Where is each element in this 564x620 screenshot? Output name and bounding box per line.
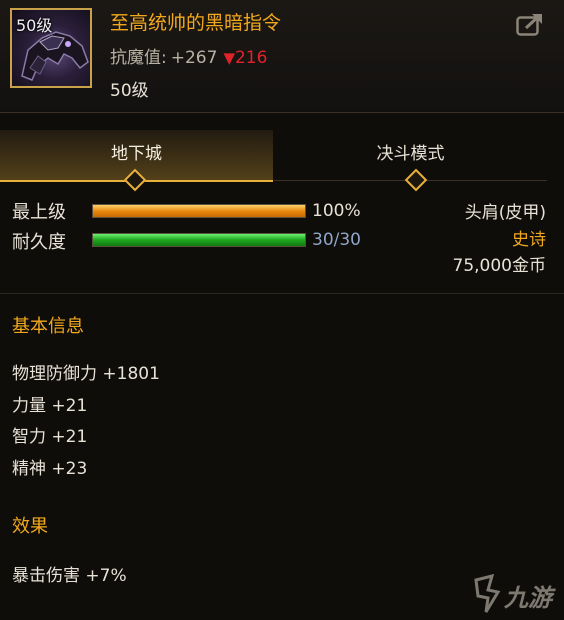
resist-value: +267 — [170, 48, 218, 68]
durability-bar — [92, 233, 306, 247]
durability-bar-fill — [93, 234, 305, 246]
resist-down-value: 216 — [234, 48, 268, 68]
jiuyou-logo: 九游 — [470, 570, 560, 616]
stat-spirit: 精神 +23 — [12, 459, 88, 479]
level-grade-bar-fill — [93, 205, 305, 217]
level-text: 50级 — [110, 81, 149, 101]
level-grade-value: 100% — [312, 201, 361, 221]
effect-crit-damage: 暴击伤害 +7% — [12, 566, 127, 586]
item-header: 50级 至高统帅的黑暗指令 抗魔值: +267 ▼216 50级 — [0, 0, 564, 113]
resist-down-arrow-icon: ▼ — [223, 49, 235, 67]
basic-info-title: 基本信息 — [12, 316, 84, 337]
level-badge: 50级 — [16, 16, 53, 35]
item-name: 至高统帅的黑暗指令 — [110, 12, 282, 34]
stat-strength: 力量 +21 — [12, 396, 88, 416]
item-price: 75,000金币 — [452, 256, 546, 276]
durability-value: 30/30 — [312, 230, 361, 250]
share-arrow-icon[interactable] — [516, 12, 544, 36]
watermark-text: 九游 — [504, 584, 552, 612]
item-slot: 头肩(皮甲) — [464, 203, 546, 223]
dark-shoulder-armor-icon — [21, 31, 89, 81]
stat-physical-defense: 物理防御力 +1801 — [12, 364, 160, 384]
divider — [0, 293, 564, 294]
item-icon: 50级 — [10, 8, 92, 88]
mode-tabs: 地下城 决斗模式 — [0, 130, 564, 192]
resist-label: 抗魔值: — [110, 48, 167, 68]
effects-title: 效果 — [12, 516, 48, 537]
resist-row: 抗魔值: +267 ▼216 — [110, 43, 267, 68]
level-grade-bar — [92, 204, 306, 218]
durability-label: 耐久度 — [12, 232, 66, 253]
item-rarity: 史诗 — [512, 230, 546, 250]
level-grade-label: 最上级 — [12, 202, 66, 223]
stat-intelligence: 智力 +21 — [12, 427, 88, 447]
